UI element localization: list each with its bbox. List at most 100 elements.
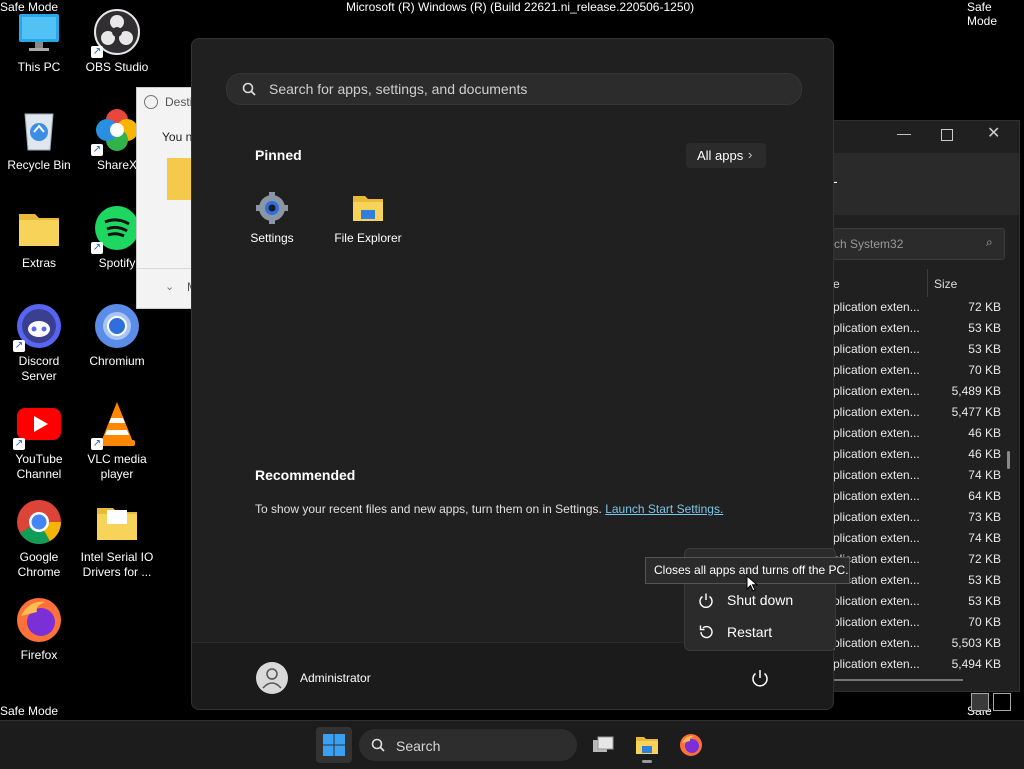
desktop-icon-chromium[interactable]: Chromium (78, 302, 156, 369)
row-size: 53 KB (968, 321, 1001, 335)
safe-mode-label: Safe Mode (967, 0, 998, 28)
row-size: 73 KB (968, 510, 1001, 524)
power-button[interactable] (747, 665, 773, 691)
table-row[interactable]: plication exten... 53 KB (833, 591, 1019, 612)
maximize-icon[interactable] (941, 129, 953, 141)
table-row[interactable]: plication exten... 5,477 KB (833, 402, 1019, 423)
column-header-type[interactable]: e (833, 277, 840, 291)
desktop-icon-intel-serial-io[interactable]: Intel Serial IO Drivers for ... (78, 498, 156, 580)
tiles-view-icon[interactable] (993, 693, 1011, 711)
desktop-icon-obs-studio[interactable]: ↗ OBS Studio (78, 8, 156, 75)
row-type: plication exten... (833, 510, 920, 524)
clock-icon (144, 95, 158, 109)
table-row[interactable]: plication exten... 72 KB (833, 549, 1019, 570)
chevron-right-icon: › (748, 147, 753, 162)
avatar[interactable] (256, 662, 288, 694)
row-size: 5,503 KB (951, 636, 1001, 650)
desktop-icon-label: Recycle Bin (7, 158, 71, 172)
launch-start-settings-link[interactable]: Launch Start Settings. (605, 502, 723, 516)
table-row[interactable]: plication exten... 53 KB (833, 570, 1019, 591)
table-row[interactable]: plication exten... 70 KB (833, 612, 1019, 633)
shortcut-arrow-icon: ↗ (91, 438, 103, 450)
horizontal-scrollbar[interactable] (833, 679, 963, 681)
table-row[interactable]: plication exten... 53 KB (833, 339, 1019, 360)
settings-gear-icon (255, 191, 289, 225)
shut-down-menu-item[interactable]: Shut down (685, 586, 835, 614)
row-size: 53 KB (968, 342, 1001, 356)
row-size: 74 KB (968, 531, 1001, 545)
desktop-icon-recycle-bin[interactable]: Recycle Bin (0, 106, 78, 173)
pinned-app-settings[interactable]: Settings (227, 191, 317, 245)
desktop-icon-vlc[interactable]: ↗ VLC media player (78, 400, 156, 482)
table-row[interactable]: plication exten... 53 KB (833, 318, 1019, 339)
start-search-input[interactable]: Search for apps, settings, and documents (226, 73, 802, 105)
desktop-icon-this-pc[interactable]: This PC (0, 8, 78, 75)
row-type: plication exten... (833, 531, 920, 545)
taskbar-file-explorer[interactable] (629, 727, 665, 763)
desktop-icon-extras[interactable]: Extras (0, 204, 78, 271)
restart-label: Restart (727, 624, 773, 640)
row-size: 5,489 KB (951, 384, 1001, 398)
taskbar-search-label: Search (396, 738, 441, 754)
table-row[interactable]: plication exten... 74 KB (833, 528, 1019, 549)
row-type: plication exten... (833, 300, 920, 314)
row-type: plication exten... (833, 489, 920, 503)
table-row[interactable]: plication exten... 73 KB (833, 507, 1019, 528)
user-name[interactable]: Administrator (300, 671, 371, 685)
table-row[interactable]: plication exten... 74 KB (833, 465, 1019, 486)
row-size: 64 KB (968, 489, 1001, 503)
shortcut-arrow-icon: ↗ (91, 144, 103, 156)
table-row[interactable]: plication exten... 5,503 KB (833, 633, 1019, 654)
table-row[interactable]: plication exten... 64 KB (833, 486, 1019, 507)
minimize-icon[interactable]: — (897, 125, 911, 145)
shut-down-label: Shut down (727, 592, 794, 608)
folder-icon (93, 498, 141, 546)
windows-logo-icon (323, 734, 345, 756)
scrollbar-thumb[interactable] (1007, 451, 1010, 469)
desktop-icon-label: Google Chrome (17, 550, 61, 579)
desktop-icon-youtube-channel[interactable]: ↗ YouTube Channel (0, 400, 78, 482)
desktop-icon-label: VLC media player (87, 452, 147, 481)
firefox-icon (680, 734, 702, 756)
desktop-icon-google-chrome[interactable]: Google Chrome (0, 498, 78, 580)
desktop-icon-discord-server[interactable]: ↗ Discord Server (0, 302, 78, 384)
explorer-search-input[interactable]: ch System32 ⌕ (833, 228, 1005, 260)
column-header-size[interactable]: Size (934, 277, 957, 291)
table-row[interactable]: plication exten... 46 KB (833, 423, 1019, 444)
power-icon (752, 670, 768, 687)
chevron-down-icon[interactable]: ⌄ (165, 280, 174, 293)
row-type: plication exten... (833, 447, 920, 461)
table-row[interactable]: plication exten... 70 KB (833, 360, 1019, 381)
shortcut-arrow-icon: ↗ (91, 46, 103, 58)
desktop-icon-firefox[interactable]: Firefox (0, 596, 78, 663)
pinned-app-file-explorer[interactable]: File Explorer (323, 191, 413, 245)
details-view-icon[interactable] (971, 693, 989, 711)
table-row[interactable]: plication exten... 5,489 KB (833, 381, 1019, 402)
close-icon[interactable]: ✕ (987, 123, 1000, 143)
background-dialog: Desti You n ⌄ M (136, 87, 194, 309)
row-size: 72 KB (968, 300, 1001, 314)
row-size: 53 KB (968, 573, 1001, 587)
shortcut-arrow-icon: ↗ (13, 438, 25, 450)
table-row[interactable]: plication exten... 72 KB (833, 297, 1019, 318)
table-row[interactable]: plication exten... 5,494 KB (833, 654, 1019, 675)
row-type: plication exten... (833, 426, 920, 440)
row-type: plication exten... (833, 657, 920, 671)
pinned-app-label: Settings (250, 231, 294, 245)
start-button[interactable] (316, 727, 352, 763)
table-row[interactable]: plication exten... 46 KB (833, 444, 1019, 465)
file-explorer-icon (636, 737, 658, 754)
monitor-icon (15, 8, 63, 56)
all-apps-label: All apps (697, 148, 744, 163)
safe-mode-label: Safe Mode (0, 704, 59, 718)
sharex-icon: ↗ (91, 106, 141, 156)
row-size: 46 KB (968, 447, 1001, 461)
row-size: 70 KB (968, 363, 1001, 377)
restart-menu-item[interactable]: Restart (685, 618, 835, 646)
dialog-text: You n (162, 130, 193, 144)
all-apps-button[interactable]: All apps › (686, 143, 766, 168)
taskbar-firefox[interactable] (673, 727, 709, 763)
discord-icon: ↗ (13, 302, 63, 352)
taskbar-search[interactable]: Search (359, 729, 577, 761)
task-view-button[interactable] (585, 727, 621, 763)
